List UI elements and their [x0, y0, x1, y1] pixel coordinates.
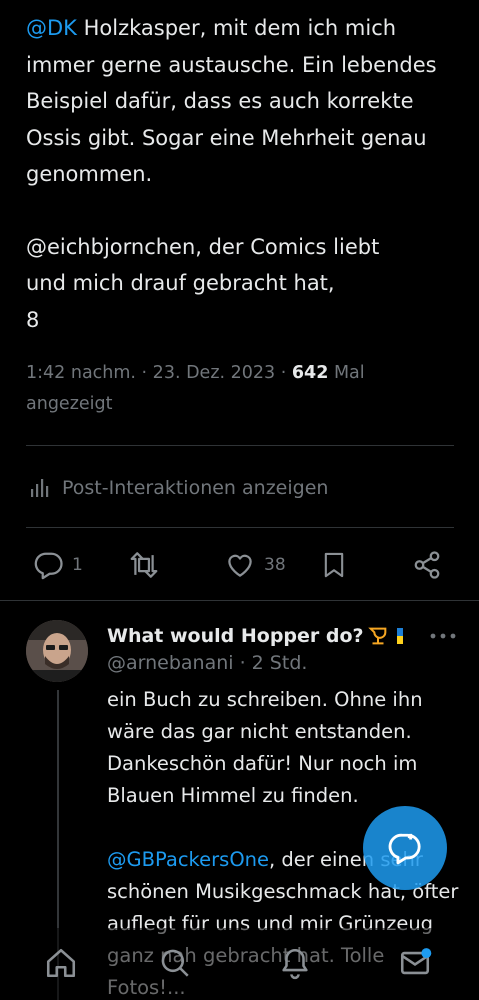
bottom-navigation	[0, 928, 479, 1000]
view-count: 642	[291, 363, 329, 383]
avatar[interactable]	[26, 620, 88, 682]
tweet-meta: 1:42 nachm. · 23. Dez. 2023 · 642 Mal an…	[26, 358, 456, 420]
mention-link[interactable]: @GBPackersOne	[107, 848, 269, 871]
search-icon[interactable]	[158, 946, 192, 980]
views-label: Mal	[328, 363, 365, 383]
divider	[26, 445, 454, 446]
reply-header: What would Hopper do?	[107, 622, 467, 650]
more-icon[interactable]	[429, 632, 457, 640]
flag-icon	[396, 628, 403, 644]
share-button[interactable]	[412, 545, 442, 585]
divider	[0, 600, 479, 601]
reply-count: 1	[72, 555, 83, 575]
tweet-paragraph-1-text: Holzkasper, mit dem ich mich immer gerne…	[26, 16, 437, 186]
like-icon	[228, 554, 252, 577]
tweet-paragraph-1: @DK Holzkasper, mit dem ich mich immer g…	[26, 10, 456, 193]
home-icon[interactable]	[44, 946, 78, 980]
tweet-timestamp[interactable]: 1:42 nachm. · 23. Dez. 2023 ·	[26, 363, 292, 383]
tweet-body: @DK Holzkasper, mit dem ich mich immer g…	[26, 10, 456, 338]
tweet-line: 8	[26, 307, 40, 332]
display-name[interactable]: What would Hopper do?	[107, 625, 364, 647]
compose-icon	[388, 833, 421, 865]
bookmark-button[interactable]	[320, 545, 348, 585]
reply-paragraph-1: ein Buch zu schreiben. Ohne ihn wäre das…	[107, 688, 423, 807]
repost-icon	[130, 552, 158, 578]
tweet-line: @eichbjornchen, der Comics liebt	[26, 234, 380, 259]
trophy-icon	[367, 627, 386, 645]
views-label-2: angezeigt	[26, 394, 113, 414]
mention-link[interactable]: @DK	[26, 16, 77, 40]
repost-button[interactable]	[128, 545, 160, 585]
reply-button[interactable]: 1	[34, 545, 83, 585]
messages-icon[interactable]	[398, 946, 432, 980]
post-interactions-link[interactable]: Post-Interaktionen anzeigen	[28, 470, 328, 506]
action-bar: 1 38	[28, 545, 448, 585]
notifications-icon[interactable]	[278, 946, 312, 980]
analytics-icon	[31, 479, 49, 497]
reply-icon	[34, 552, 63, 580]
compose-button[interactable]	[363, 806, 447, 890]
divider	[26, 527, 454, 528]
like-count: 38	[264, 555, 286, 575]
bookmark-icon	[324, 552, 344, 578]
tweet-line: und mich drauf gebracht hat,	[26, 271, 335, 295]
reply-handle: @arnebanani · 2 Std.	[107, 652, 308, 674]
like-button[interactable]: 38	[224, 545, 286, 585]
share-icon	[414, 551, 440, 579]
post-interactions-label: Post-Interaktionen anzeigen	[62, 477, 329, 499]
tweet-text: @DK Holzkasper, mit dem ich mich immer g…	[26, 10, 456, 338]
